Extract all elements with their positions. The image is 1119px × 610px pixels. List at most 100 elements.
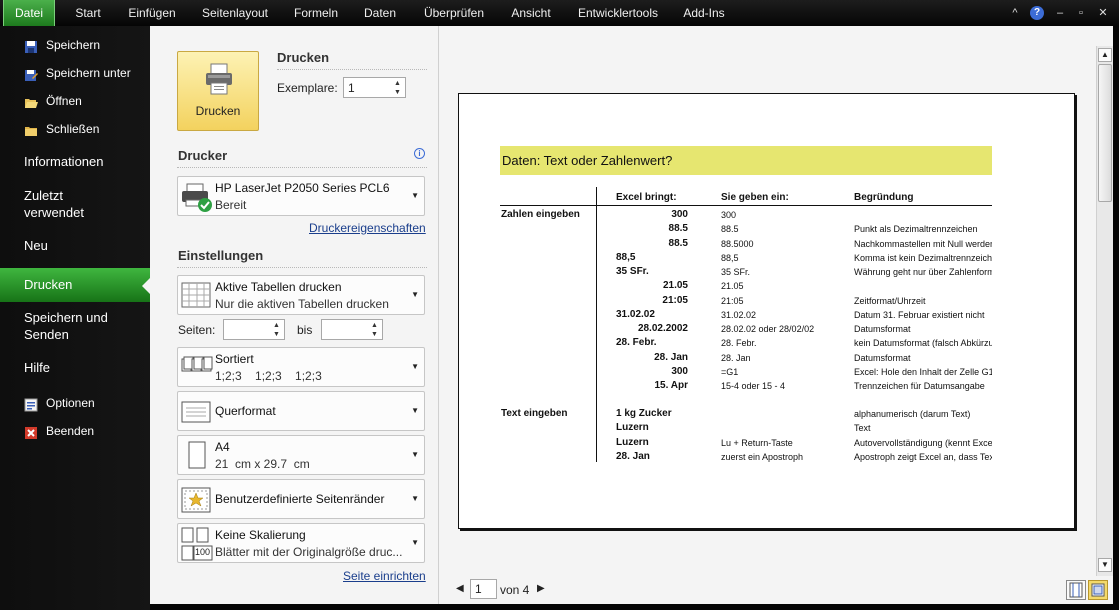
nav-save-as[interactable]: Speichern unter (0, 61, 150, 85)
cell-input-value: 88.5000 (721, 238, 754, 249)
print-settings-pane: Drucken Drucken Exemplare: 1 ▲ ▼ Drucker … (150, 26, 438, 604)
print-button[interactable]: Drucken (177, 51, 259, 131)
printer-icon (205, 62, 233, 99)
help-icon[interactable]: ? (1030, 6, 1044, 20)
cell-excel-value: 28.02.2002 (637, 323, 688, 334)
nav-exit[interactable]: Beenden (0, 419, 150, 443)
ribbon-tab-bar: Datei Start Einfügen Seitenlayout Formel… (0, 0, 1119, 26)
print-scope-dropdown[interactable]: Aktive Tabellen drucken Nur die aktiven … (177, 275, 425, 315)
orientation-dropdown[interactable]: Querformat ▼ (177, 391, 425, 431)
col-header-reason: Begründung (854, 192, 914, 203)
preview-page: Daten: Text oder Zahlenwert? Excel bring… (458, 93, 1075, 529)
nav-help[interactable]: Hilfe (0, 359, 150, 379)
page-count: von 4 (500, 583, 530, 597)
landscape-icon (181, 399, 211, 428)
info-icon[interactable]: i (414, 148, 425, 159)
cell-reason: Text (854, 423, 871, 434)
previous-page-icon[interactable]: ◀ (456, 583, 464, 594)
scroll-down-icon[interactable]: ▼ (1098, 558, 1112, 572)
nav-options[interactable]: Optionen (0, 391, 150, 415)
nav-label: Speichern unter (46, 66, 131, 80)
cell-reason: Punkt als Dezimaltrennzeichen (854, 224, 978, 235)
pages-from-spinner[interactable]: ▲ ▼ (223, 319, 285, 340)
tab-page-layout[interactable]: Seitenlayout (195, 0, 275, 26)
tab-data[interactable]: Daten (358, 0, 402, 26)
zoom-to-page-icon[interactable] (1088, 580, 1108, 600)
tab-insert[interactable]: Einfügen (120, 0, 184, 26)
chevron-down-icon: ▼ (411, 450, 419, 459)
orientation-title: Querformat (215, 404, 276, 418)
backstage-nav: Speichern Speichern unter Öffnen Schließ… (0, 26, 150, 610)
chevron-down-icon: ▼ (411, 538, 419, 547)
cell-reason: Datumsformat (854, 324, 911, 334)
printer-ready-icon (181, 181, 212, 216)
printer-properties-link[interactable]: Druckereigenschaften (309, 221, 426, 235)
cell-excel-value: Luzern (616, 436, 649, 448)
cell-input-value: 28. Jan (721, 352, 751, 363)
tab-start[interactable]: Start (62, 0, 114, 26)
cell-input-value: 28. Febr. (721, 338, 757, 349)
pages-to-label: bis (297, 323, 313, 337)
collapse-ribbon-icon[interactable]: ^ (1008, 6, 1022, 20)
paper-size-dropdown[interactable]: A4 21 cm x 29.7 cm ▼ (177, 435, 425, 475)
copies-spinner[interactable]: 1 ▲ ▼ (343, 77, 406, 98)
restore-icon[interactable]: ▫ (1074, 6, 1088, 20)
cell-excel-value: Luzern (616, 422, 649, 434)
pages-to-spinner[interactable]: ▲ ▼ (321, 319, 383, 340)
close-folder-icon (24, 122, 38, 136)
page-setup-link[interactable]: Seite einrichten (343, 569, 426, 583)
tab-addins[interactable]: Add-Ins (677, 0, 731, 26)
tab-formulas[interactable]: Formeln (287, 0, 345, 26)
spin-arrows-icon[interactable]: ▲ ▼ (371, 321, 380, 339)
scroll-up-icon[interactable]: ▲ (1098, 48, 1112, 62)
nav-label: Optionen (46, 396, 95, 410)
cell-reason: Datum 31. Februar existiert nicht (854, 309, 985, 320)
cell-excel-value: 88,5 (616, 251, 636, 263)
nav-recent[interactable]: Zuletzt verwendet (0, 187, 110, 223)
minimize-icon[interactable]: – (1053, 6, 1067, 20)
chevron-down-icon: ▼ (411, 290, 419, 299)
nav-save-send[interactable]: Speichern und Senden (0, 309, 110, 345)
cell-reason: Zeitformat/Uhrzeit (854, 295, 926, 306)
tab-file[interactable]: Datei (3, 0, 55, 26)
cell-reason: Währung geht nur über Zahlenform (854, 267, 992, 277)
nav-save[interactable]: Speichern (0, 33, 150, 57)
preview-scrollbar[interactable]: ▲ ▼ (1096, 46, 1113, 576)
cell-input-value: 300 (721, 210, 737, 220)
cell-excel-value: 31.02.02 (616, 308, 655, 320)
nav-open[interactable]: Öffnen (0, 89, 150, 113)
cell-input-value: 28.02.02 oder 28/02/02 (721, 324, 815, 334)
scroll-thumb[interactable] (1098, 64, 1112, 202)
cell-reason: Datumsformat (854, 352, 911, 363)
print-preview-pane: Daten: Text oder Zahlenwert? Excel bring… (438, 26, 1113, 604)
show-margins-icon[interactable] (1066, 580, 1086, 600)
cell-excel-value: 1 kg Zucker (616, 408, 672, 419)
margins-dropdown[interactable]: Benutzerdefinierte Seitenränder ▼ (177, 479, 425, 519)
next-page-icon[interactable]: ▶ (537, 583, 545, 594)
nav-close[interactable]: Schließen (0, 117, 150, 141)
tab-view[interactable]: Ansicht (503, 0, 559, 26)
scaling-sub: Blätter mit der Originalgröße druc... (215, 545, 403, 559)
nav-label: Öffnen (46, 94, 82, 108)
tab-developer[interactable]: Entwicklertools (571, 0, 665, 26)
cell-input-value: zuerst ein Apostroph (721, 451, 804, 462)
cell-reason: Apostroph zeigt Excel an, dass Text (854, 451, 992, 462)
scaling-title: Keine Skalierung (215, 528, 306, 542)
nav-print[interactable]: Drucken (0, 268, 150, 302)
chevron-down-icon: ▼ (411, 406, 419, 415)
nav-info[interactable]: Informationen (0, 153, 150, 173)
spin-arrows-icon[interactable]: ▲ ▼ (394, 79, 403, 97)
spin-arrows-icon[interactable]: ▲ ▼ (273, 321, 282, 339)
close-icon[interactable]: ✕ (1096, 6, 1110, 20)
chevron-down-icon: ▼ (411, 191, 419, 200)
page-number-input[interactable]: 1 (470, 579, 497, 599)
page-number-value: 1 (475, 582, 482, 596)
cell-excel-value: 88.5 (668, 223, 688, 235)
collate-dropdown[interactable]: Sortiert 1;2;3 1;2;3 1;2;3 ▼ (177, 347, 425, 387)
cell-input-value: Lu + Return-Taste (721, 437, 793, 448)
no-scaling-icon: 100 (181, 527, 213, 564)
nav-new[interactable]: Neu (0, 237, 150, 257)
scaling-dropdown[interactable]: 100 Keine Skalierung Blätter mit der Ori… (177, 523, 425, 563)
tab-review[interactable]: Überprüfen (416, 0, 492, 26)
printer-dropdown[interactable]: HP LaserJet P2050 Series PCL6 Bereit ▼ (177, 176, 425, 216)
